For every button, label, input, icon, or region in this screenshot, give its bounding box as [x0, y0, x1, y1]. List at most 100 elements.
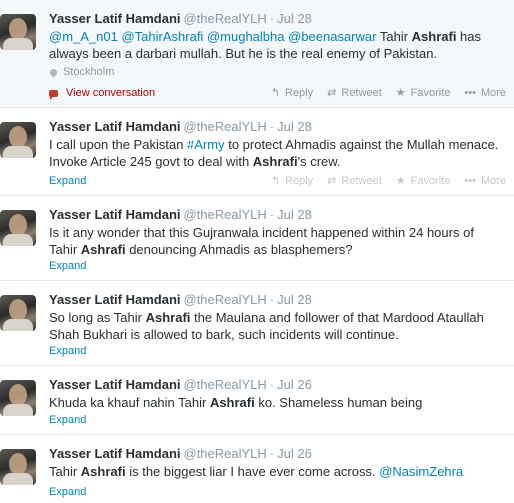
tweet-header: Yasser Latif Hamdani @theRealYLH · Jul 26 [49, 446, 312, 461]
tweet-header: Yasser Latif Hamdani @theRealYLH · Jul 26 [49, 377, 312, 392]
author-handle[interactable]: @theRealYLH [184, 292, 267, 307]
reply-label: Reply [285, 175, 314, 187]
tweet-text: @m_A_n01 @TahirAshrafi @mughalbha @beena… [49, 28, 502, 62]
highlighted-term: Ashrafi [411, 29, 457, 44]
view-conversation-link[interactable]: View conversation [49, 86, 155, 100]
tweet-location[interactable]: Stockholm [48, 66, 502, 78]
more-button[interactable]: ••• More [464, 86, 506, 100]
tweet-time[interactable]: Jul 28 [277, 119, 312, 134]
retweet-button[interactable]: ⇄ Retweet [327, 174, 382, 188]
reply-label: Reply [285, 87, 314, 99]
mention-link[interactable]: @TahirAshrafi [121, 29, 203, 44]
expand-link[interactable]: Expand [49, 174, 86, 188]
mention-link[interactable]: @m_A_n01 [49, 29, 118, 44]
tweet-item[interactable]: Yasser Latif Hamdani @theRealYLH · Jul 28 @… [0, 0, 514, 108]
expand-link[interactable]: Expand [49, 259, 86, 273]
author-name[interactable]: Yasser Latif Hamdani [49, 292, 181, 307]
highlighted-term: Ashrafi [252, 154, 298, 169]
avatar[interactable] [0, 295, 36, 331]
author-name[interactable]: Yasser Latif Hamdani [49, 446, 181, 461]
tweet-time[interactable]: Jul 28 [277, 207, 312, 222]
expand-link[interactable]: Expand [49, 485, 86, 499]
conversation-bubble-icon [49, 89, 58, 100]
hashtag-link[interactable]: #Army [187, 137, 225, 152]
retweet-button[interactable]: ⇄ Retweet [327, 86, 382, 100]
tweet-actions: ↰ Reply ⇄ Retweet ★ Favorite ••• More [271, 86, 506, 100]
text-segment: I call upon the Pakistan [49, 137, 188, 152]
highlighted-term: Ashrafi [80, 242, 126, 257]
tweet-header: Yasser Latif Hamdani @theRealYLH · Jul 28 [49, 119, 312, 134]
expand-link[interactable]: Expand [49, 413, 86, 427]
tweet-time[interactable]: Jul 28 [277, 292, 312, 307]
tweet-text: Is it any wonder that this Gujranwala in… [49, 224, 502, 258]
reply-icon: ↰ [270, 87, 281, 99]
tweet-header: Yasser Latif Hamdani @theRealYLH · Jul 28 [49, 292, 312, 307]
tweet-text: Tahir Ashrafi is the biggest liar I have… [49, 463, 502, 480]
author-name[interactable]: Yasser Latif Hamdani [49, 207, 181, 222]
avatar[interactable] [0, 449, 36, 485]
tweet-time[interactable]: Jul 26 [277, 377, 312, 392]
highlighted-term: Ashrafi [209, 395, 255, 410]
tweet-item[interactable]: Yasser Latif Hamdani @theRealYLH · Jul 26 K… [0, 366, 514, 435]
reply-button[interactable]: ↰ Reply [271, 86, 313, 100]
tweet-footer: Expand ↰ Reply ⇄ Retweet ★ Favorite ••• More [49, 174, 506, 188]
tweet-item[interactable]: Yasser Latif Hamdani @theRealYLH · Jul 28 S… [0, 281, 514, 366]
reply-icon: ↰ [270, 175, 281, 187]
mention-link[interactable]: @mughalbha [207, 29, 285, 44]
text-segment: Tahir [49, 464, 81, 479]
tweet-text: I call upon the Pakistan #Army to protec… [49, 136, 502, 170]
author-name[interactable]: Yasser Latif Hamdani [49, 119, 181, 134]
star-icon: ★ [395, 87, 406, 99]
tweet-actions: ↰ Reply ⇄ Retweet ★ Favorite ••• More [271, 174, 506, 188]
tweet-time[interactable]: Jul 26 [277, 446, 312, 461]
tweet-item[interactable]: Yasser Latif Hamdani @theRealYLH · Jul 28 I… [0, 196, 514, 281]
mention-link[interactable]: @beenasarwar [288, 29, 376, 44]
author-handle[interactable]: @theRealYLH [184, 446, 267, 461]
more-label: More [480, 87, 506, 99]
tweet-time[interactable]: Jul 28 [277, 11, 312, 26]
text-segment: Tahir [376, 29, 412, 44]
avatar[interactable] [0, 14, 36, 50]
reply-button[interactable]: ↰ Reply [271, 174, 313, 188]
star-icon: ★ [395, 175, 406, 187]
retweet-icon: ⇄ [327, 87, 337, 99]
avatar[interactable] [0, 380, 36, 416]
map-pin-icon [48, 67, 59, 77]
author-name[interactable]: Yasser Latif Hamdani [49, 11, 181, 26]
tweet-text: Khuda ka khauf nahin Tahir Ashrafi ko. S… [49, 394, 502, 411]
mention-link[interactable]: @NasimZehra [379, 464, 463, 479]
favorite-button[interactable]: ★ Favorite [396, 86, 451, 100]
text-segment: So long as Tahir [49, 310, 146, 325]
highlighted-term: Ashrafi [145, 310, 191, 325]
text-segment: 's crew. [297, 154, 341, 169]
author-handle[interactable]: @theRealYLH [184, 119, 267, 134]
tweet-footer: Expand [49, 413, 506, 427]
favorite-label: Favorite [410, 175, 451, 187]
text-segment: is the biggest liar I have ever come acr… [125, 464, 380, 479]
retweet-label: Retweet [341, 87, 382, 99]
text-segment: denouncing Ahmadis as blasphemers? [125, 242, 353, 257]
more-button[interactable]: ••• More [464, 174, 506, 188]
author-name[interactable]: Yasser Latif Hamdani [49, 377, 181, 392]
retweet-icon: ⇄ [327, 175, 337, 187]
tweet-item[interactable]: Yasser Latif Hamdani @theRealYLH · Jul 26 T… [0, 435, 514, 503]
expand-link[interactable]: Expand [49, 344, 86, 358]
tweet-timeline: Yasser Latif Hamdani @theRealYLH · Jul 28 @… [0, 0, 514, 503]
avatar[interactable] [0, 122, 36, 158]
tweet-header: Yasser Latif Hamdani @theRealYLH · Jul 28 [49, 207, 312, 222]
location-label: Stockholm [63, 66, 115, 78]
highlighted-term: Ashrafi [80, 464, 126, 479]
view-conversation-label: View conversation [66, 87, 156, 99]
tweet-text: So long as Tahir Ashrafi the Maulana and… [49, 309, 502, 343]
more-dots-icon: ••• [464, 175, 476, 187]
author-handle[interactable]: @theRealYLH [184, 207, 267, 222]
avatar[interactable] [0, 210, 36, 246]
more-dots-icon: ••• [464, 87, 476, 99]
tweet-footer: Expand [49, 344, 506, 358]
favorite-label: Favorite [410, 87, 451, 99]
author-handle[interactable]: @theRealYLH [184, 11, 267, 26]
author-handle[interactable]: @theRealYLH [184, 377, 267, 392]
tweet-item[interactable]: Yasser Latif Hamdani @theRealYLH · Jul 28 I… [0, 108, 514, 196]
favorite-button[interactable]: ★ Favorite [396, 174, 451, 188]
text-segment: ko. Shameless human being [254, 395, 423, 410]
